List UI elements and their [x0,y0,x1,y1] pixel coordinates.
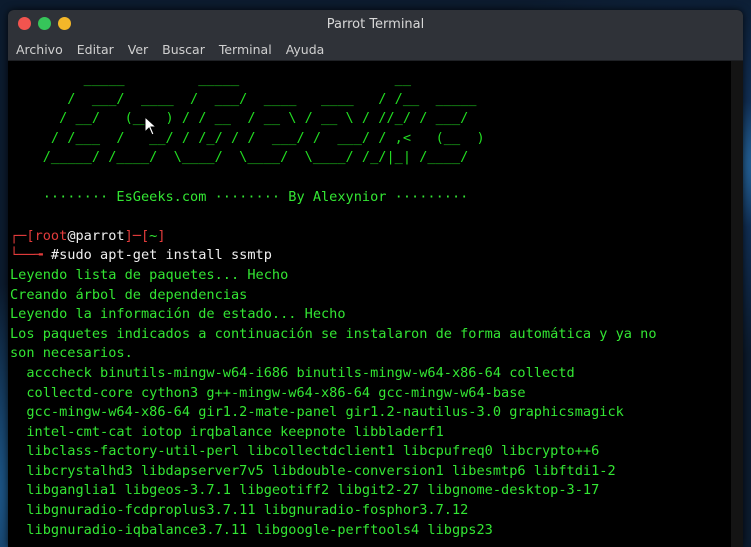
prompt-at: @ [67,227,76,244]
title-bar[interactable]: Parrot Terminal [8,10,743,38]
terminal-content[interactable]: _____ _____ __ / ___/ ____ / ___/ ____ _… [8,61,731,547]
menu-buscar[interactable]: Buscar [162,42,205,57]
menu-editar[interactable]: Editar [77,42,114,57]
terminal-window: Parrot Terminal Archivo Editar Ver Busca… [8,10,743,547]
output-line: Leyendo lista de paquetes... Hecho [10,266,289,283]
output-line: collectd-core cython3 g++-mingw-w64-x86-… [10,384,526,401]
close-button[interactable] [18,17,31,30]
menu-archivo[interactable]: Archivo [16,42,63,57]
terminal-scrollbar[interactable] [731,61,743,547]
banner-art-line: _____ _____ __ [10,71,412,87]
prompt-host: parrot [75,227,125,244]
banner-art-line: / /___ / __/ / /_/ / / ___/ / ___/ / ,< … [10,129,485,146]
menu-ayuda[interactable]: Ayuda [286,42,325,57]
output-line: acccheck binutils-mingw-w64-i686 binutil… [10,364,575,381]
output-line: gcc-mingw-w64-x86-64 gir1.2-mate-panel g… [10,404,624,421]
output-line: Creando árbol de dependencias [10,286,248,303]
output-line: intel-cmt-cat iotop irqbalance keepnote … [10,423,444,440]
banner-art-line: / ___/ ____ / ___/ ____ ____ / /__ _____ [10,90,477,107]
banner-art-line: /_____/ /____/ \____/ \____/ \____/ /_/|… [10,149,469,166]
output-line: libgnuradio-fcdproplus3.7.11 libgnuradio… [10,502,469,519]
banner-footer: ········ EsGeeks.com ········ By Alexyni… [10,188,469,205]
minimize-button[interactable] [58,17,71,30]
menu-bar: Archivo Editar Ver Buscar Terminal Ayuda [8,38,743,61]
window-title: Parrot Terminal [326,16,425,32]
command-line: └──╼ #sudo apt-get install ssmtp [10,247,272,264]
output-line: Los paquetes indicados a continuación se… [10,325,657,342]
output-line: son necesarios. [10,345,133,362]
prompt-user: root [34,227,68,244]
output-line: libganglia1 libgeos-3.7.1 libgeotiff2 li… [10,482,600,499]
prompt-line: ┌─[root@parrot]─[~] [10,227,166,244]
menu-terminal[interactable]: Terminal [219,42,272,57]
mouse-pointer-icon [144,116,158,136]
menu-ver[interactable]: Ver [128,42,148,57]
output-line: libclass-factory-util-perl libcollectdcl… [10,443,600,460]
output-line: libgnuradio-iqbalance3.7.11 libgoogle-pe… [10,521,493,538]
output-line: Leyendo la información de estado... Hech… [10,306,346,323]
banner-art-line: / __/ (__ ) / / __ / __ \ / __ \ / //_/ … [10,110,469,127]
maximize-button[interactable] [38,17,51,30]
command-text: #sudo apt-get install ssmtp [50,247,272,264]
output-line: libcrystalhd3 libdapserver7v5 libdouble-… [10,462,616,479]
